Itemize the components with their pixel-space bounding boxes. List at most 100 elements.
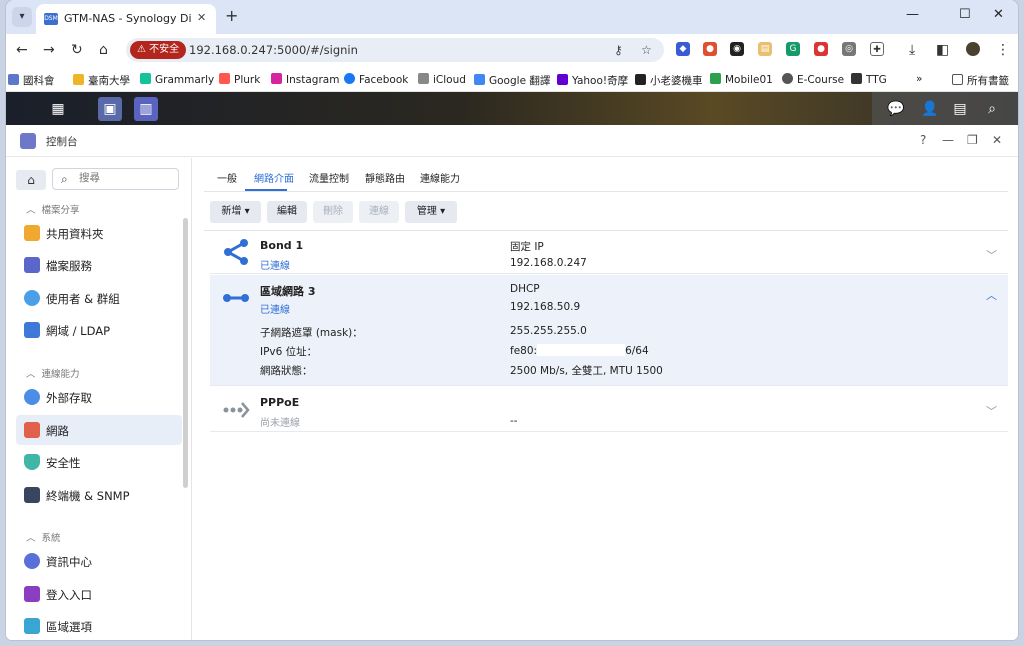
sidebar-scrollbar[interactable] — [183, 218, 188, 488]
terminal-icon — [24, 487, 40, 503]
search-box[interactable]: ⌕ — [52, 168, 179, 190]
bookmark-item[interactable]: Google 翻譯 — [474, 73, 550, 88]
bookmark-item[interactable]: Yahoo!奇摩 — [557, 73, 628, 88]
browser-tab[interactable]: DSM GTM-NAS - Synology DiskSta ✕ — [36, 4, 216, 34]
close-window-icon[interactable]: ✕ — [992, 133, 1002, 147]
download-icon[interactable]: ⤓ — [909, 42, 915, 58]
sidebar-item-external-access[interactable]: 外部存取 — [16, 382, 182, 412]
reload-icon[interactable]: ↻ — [71, 42, 83, 58]
add-button[interactable]: 新增 ▾ — [210, 201, 261, 223]
bookmark-item[interactable]: Plurk — [219, 73, 260, 86]
extension-icon[interactable]: ◉ — [730, 42, 744, 56]
grammarly-icon[interactable]: G — [786, 42, 800, 56]
bookmark-item[interactable]: Instagram — [271, 73, 339, 86]
sidebar-group-header[interactable]: ︿ 連線能力 — [26, 366, 80, 380]
extension-icon[interactable]: ● — [703, 42, 717, 56]
interface-row-bond1[interactable]: Bond 1 已連線 固定 IP 192.168.0.247 ﹀ — [210, 231, 1008, 274]
sidebar-item-shared-folder[interactable]: 共用資料夾 — [16, 218, 182, 248]
chat-icon[interactable]: 💬 — [884, 97, 908, 121]
bookmark-item[interactable]: 所有書籤 — [952, 73, 1009, 88]
bookmark-item[interactable]: 國科會 — [8, 73, 55, 88]
extension-icon[interactable]: ▤ — [758, 42, 772, 56]
insecure-badge[interactable]: ⚠ 不安全 — [130, 41, 187, 59]
sidebar-item-network[interactable]: 網路 — [16, 415, 182, 445]
back-icon[interactable]: ← — [16, 42, 28, 58]
restore-window-icon[interactable]: ❐ — [967, 133, 978, 147]
interface-ip: 192.168.0.247 — [510, 257, 587, 269]
maximize-icon[interactable]: ☐ — [959, 7, 971, 22]
control-panel-icon — [20, 133, 36, 149]
url-text[interactable]: 192.168.0.247:5000/#/signin — [189, 43, 358, 57]
delete-button[interactable]: 刪除 — [313, 201, 353, 223]
tab-general[interactable]: 一般 — [217, 170, 237, 185]
new-tab-icon[interactable]: + — [225, 6, 238, 25]
home-button[interactable]: ⌂ — [16, 170, 46, 190]
tab-network-interface[interactable]: 網路介面 — [254, 170, 294, 185]
tab-close-icon[interactable]: ✕ — [197, 11, 206, 24]
more-menu-icon[interactable]: ⋮ — [996, 42, 1010, 58]
sidebar-item-domain-ldap[interactable]: 網域 / LDAP — [16, 315, 182, 345]
bookmark-item[interactable]: Facebook — [344, 73, 408, 86]
side-panel-icon[interactable]: ◧ — [936, 42, 949, 58]
tab-static-route[interactable]: 靜態路由 — [365, 170, 405, 185]
minimize-icon[interactable]: — — [906, 7, 919, 22]
interface-row-lan3[interactable]: 區域網路 3 已連線 DHCP 192.168.50.9 ︿ 子網路遮罩 (ma… — [210, 275, 1008, 386]
control-panel-task-icon[interactable]: ▥ — [134, 97, 158, 121]
extensions-puzzle-icon[interactable]: ✚ — [870, 42, 884, 56]
bookmark-item[interactable]: Grammarly — [140, 73, 214, 86]
omnibox[interactable]: ⚠ 不安全 192.168.0.247:5000/#/signin ⚷ ☆ — [126, 38, 664, 62]
forward-icon[interactable]: → — [43, 42, 55, 58]
help-icon[interactable]: ? — [920, 133, 926, 147]
window-titlebar[interactable]: 控制台 ? — ❐ ✕ — [6, 125, 1018, 157]
tab-traffic-control[interactable]: 流量控制 — [309, 170, 349, 185]
bookmark-item[interactable]: 臺南大學 — [73, 73, 130, 88]
search-input[interactable] — [79, 172, 173, 184]
sidebar-item-file-services[interactable]: 檔案服務 — [16, 250, 182, 280]
close-window-icon[interactable]: ✕ — [993, 7, 1004, 22]
sidebar-item-terminal-snmp[interactable]: 終端機 & SNMP — [16, 480, 182, 510]
chevron-down-icon[interactable]: ﹀ — [986, 403, 997, 419]
bookmark-star-icon[interactable]: ☆ — [641, 43, 652, 57]
edit-button[interactable]: 編輯 — [267, 201, 307, 223]
manage-button[interactable]: 管理 ▾ — [405, 201, 457, 223]
bookmark-item[interactable]: Mobile01 — [710, 73, 773, 86]
chevron-up-icon[interactable]: ︿ — [986, 287, 997, 303]
sidebar-group-header[interactable]: ︿ 系統 — [26, 530, 61, 544]
bookmark-item[interactable]: iCloud — [418, 73, 466, 86]
extension-icon[interactable]: ◆ — [676, 42, 690, 56]
bookmarks-bar: 國科會 臺南大學 Grammarly Plurk Instagram Faceb… — [6, 66, 1018, 92]
bookmark-favicon-icon — [557, 74, 568, 85]
sidebar: ⌂ ⌕ ︿ 檔案分享 共用資料夾 檔案服務 使用者 & 群組 網域 / LDAP… — [6, 158, 192, 640]
connect-button[interactable]: 連線 — [359, 201, 399, 223]
sidebar-item-regional-options[interactable]: 區域選項 — [16, 611, 182, 640]
bookmark-item[interactable]: 小老婆機車 — [635, 73, 703, 88]
interface-name: 區域網路 3 — [260, 285, 316, 298]
link-icon — [24, 389, 40, 405]
home-icon[interactable]: ⌂ — [99, 42, 108, 58]
password-key-icon[interactable]: ⚷ — [614, 43, 623, 57]
caret-down-icon: ▾ — [244, 206, 250, 217]
file-station-icon[interactable]: ▣ — [98, 97, 122, 121]
tab-connectivity[interactable]: 連線能力 — [420, 170, 460, 185]
extension-icon[interactable]: ◎ — [842, 42, 856, 56]
bookmark-item[interactable]: TTG — [851, 73, 887, 86]
minimize-window-icon[interactable]: — — [942, 133, 954, 147]
tab-search-icon[interactable]: ▾ — [12, 7, 32, 27]
sidebar-item-users-groups[interactable]: 使用者 & 群組 — [16, 283, 182, 313]
widgets-icon[interactable]: ▤ — [948, 97, 972, 121]
sidebar-item-login-portal[interactable]: 登入入口 — [16, 579, 182, 609]
browser-window: ▾ DSM GTM-NAS - Synology DiskSta ✕ + — ☐… — [6, 0, 1018, 640]
main-menu-icon[interactable]: ▦ — [46, 97, 70, 121]
sidebar-item-security[interactable]: 安全性 — [16, 447, 182, 477]
extension-icon[interactable]: ● — [814, 42, 828, 56]
sidebar-item-info-center[interactable]: 資訊中心 — [16, 546, 182, 576]
search-icon[interactable]: ⌕ — [980, 97, 1004, 121]
bookmarks-overflow-icon[interactable]: » — [916, 73, 922, 85]
main-content: 一般 網路介面 流量控制 靜態路由 連線能力 新增 ▾ 編輯 刪除 連線 管理 … — [204, 158, 1008, 640]
chevron-down-icon[interactable]: ﹀ — [986, 247, 997, 263]
profile-avatar[interactable] — [966, 42, 980, 56]
bookmark-item[interactable]: E-Course — [782, 73, 844, 86]
sidebar-group-header[interactable]: ︿ 檔案分享 — [26, 202, 80, 216]
interface-row-pppoe[interactable]: PPPoE 尚未連線 -- ﹀ — [210, 387, 1008, 432]
user-icon[interactable]: 👤 — [918, 97, 942, 121]
